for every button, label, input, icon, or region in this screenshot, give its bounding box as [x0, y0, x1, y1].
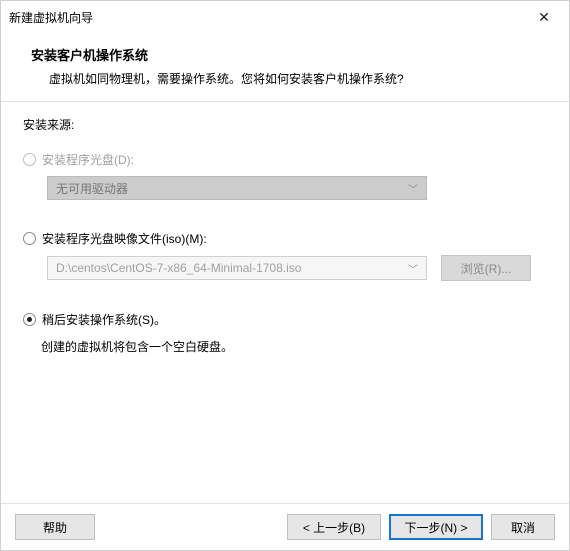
- option-later: 稍后安装操作系统(S)。 创建的虚拟机将包含一个空白硬盘。: [23, 311, 547, 355]
- option-iso: 安装程序光盘映像文件(iso)(M): D:\centos\CentOS-7-x…: [23, 230, 547, 281]
- next-button[interactable]: 下一步(N) >: [389, 514, 483, 540]
- option-disc: 安装程序光盘(D): 无可用驱动器 ﹀: [23, 151, 547, 200]
- chevron-down-icon: ﹀: [408, 181, 418, 196]
- browse-button: 浏览(R)...: [441, 255, 531, 281]
- disc-drive-select: 无可用驱动器 ﹀: [47, 176, 427, 200]
- radio-iso[interactable]: 安装程序光盘映像文件(iso)(M):: [23, 230, 547, 247]
- wizard-content: 安装来源: 安装程序光盘(D): 无可用驱动器 ﹀ 安装程序光盘映像文件(iso…: [1, 102, 569, 503]
- radio-later-label: 稍后安装操作系统(S)。: [42, 311, 166, 328]
- iso-path-select: D:\centos\CentOS-7-x86_64-Minimal-1708.i…: [47, 256, 427, 280]
- radio-disc-input: [23, 153, 36, 166]
- radio-later-input[interactable]: [23, 313, 36, 326]
- source-label: 安装来源:: [23, 116, 547, 133]
- radio-iso-input[interactable]: [23, 232, 36, 245]
- page-title: 安装客户机操作系统: [31, 45, 539, 64]
- radio-disc-label: 安装程序光盘(D):: [42, 151, 134, 168]
- titlebar: 新建虚拟机向导 ✕: [1, 1, 569, 33]
- chevron-down-icon: ﹀: [408, 261, 418, 276]
- help-button[interactable]: 帮助: [15, 514, 95, 540]
- back-button[interactable]: < 上一步(B): [287, 514, 381, 540]
- page-subtitle: 虚拟机如同物理机，需要操作系统。您将如何安装客户机操作系统?: [31, 70, 539, 87]
- close-icon[interactable]: ✕: [529, 9, 559, 26]
- disc-drive-value: 无可用驱动器: [56, 180, 128, 197]
- radio-later[interactable]: 稍后安装操作系统(S)。: [23, 311, 547, 328]
- radio-disc: 安装程序光盘(D):: [23, 151, 547, 168]
- wizard-footer: 帮助 < 上一步(B) 下一步(N) > 取消: [1, 503, 569, 550]
- radio-iso-label: 安装程序光盘映像文件(iso)(M):: [42, 230, 207, 247]
- iso-path-value: D:\centos\CentOS-7-x86_64-Minimal-1708.i…: [56, 261, 301, 275]
- later-note: 创建的虚拟机将包含一个空白硬盘。: [41, 338, 547, 355]
- window-title: 新建虚拟机向导: [9, 9, 93, 26]
- wizard-header: 安装客户机操作系统 虚拟机如同物理机，需要操作系统。您将如何安装客户机操作系统?: [1, 33, 569, 102]
- wizard-window: 新建虚拟机向导 ✕ 安装客户机操作系统 虚拟机如同物理机，需要操作系统。您将如何…: [0, 0, 570, 551]
- cancel-button[interactable]: 取消: [491, 514, 555, 540]
